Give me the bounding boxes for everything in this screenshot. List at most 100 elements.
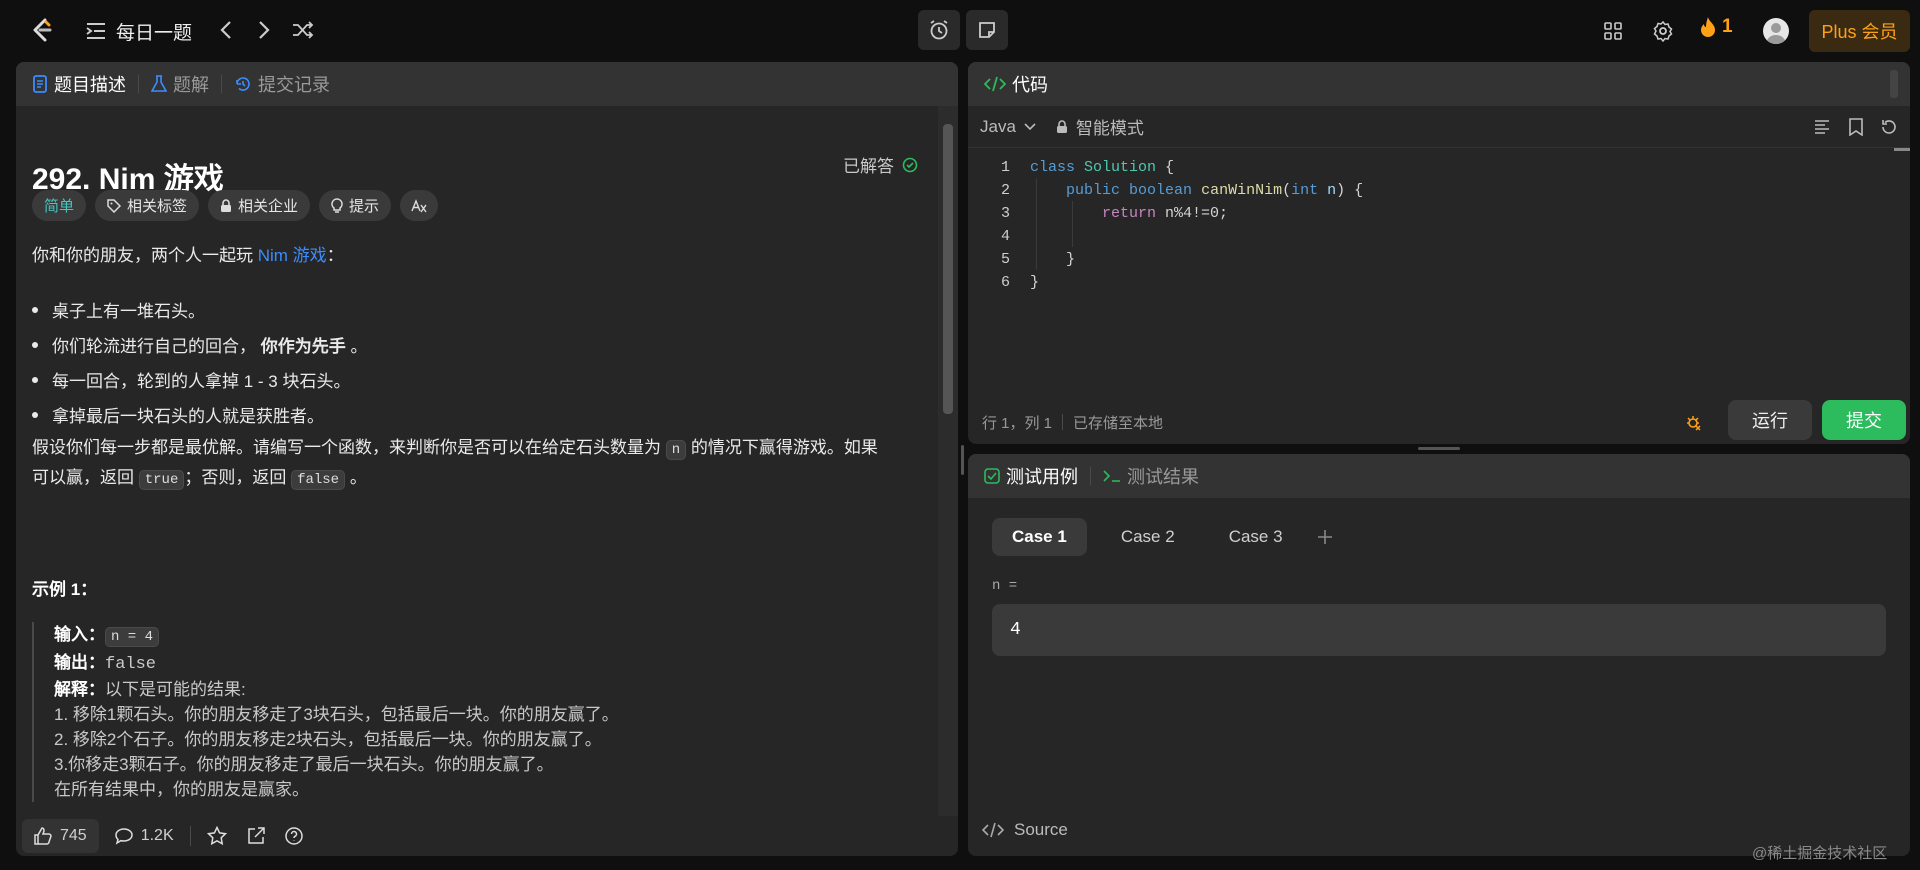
related-tags-chip[interactable]: 相关标签 bbox=[95, 190, 200, 221]
vertical-resize-handle[interactable] bbox=[961, 445, 964, 475]
run-button[interactable]: 运行 bbox=[1728, 400, 1812, 440]
cursor-position: 行 1，列 1 bbox=[982, 414, 1053, 432]
input-variable-field[interactable]: 4 bbox=[992, 604, 1886, 656]
plus-membership-button[interactable]: Plus 会员 bbox=[1809, 10, 1910, 52]
tab-code[interactable]: 代码 bbox=[984, 71, 1048, 97]
solved-label: 已解答 bbox=[843, 157, 894, 176]
tab-description[interactable]: 题目描述 bbox=[32, 71, 126, 97]
favorite-star-icon[interactable] bbox=[206, 826, 227, 846]
list-item: 每一回合，轮到的人拿掉 1 - 3 块石头。 bbox=[32, 367, 350, 392]
inline-code: n bbox=[665, 440, 687, 460]
explain-line: 3.你移走3颗石子。你的朋友移走了最后一块石头。你的朋友赢了。 bbox=[54, 755, 554, 774]
comment-icon bbox=[114, 827, 133, 845]
explain-line: 在所有结果中，你的朋友是赢家。 bbox=[54, 780, 309, 799]
difficulty-badge[interactable]: 简单 bbox=[32, 190, 87, 221]
notes-button[interactable] bbox=[966, 10, 1008, 50]
streak-counter[interactable]: 1 bbox=[1700, 16, 1733, 38]
add-case-icon[interactable] bbox=[1317, 529, 1333, 545]
input-value: n = 4 bbox=[105, 627, 160, 647]
layout-grid-icon[interactable] bbox=[1602, 20, 1624, 42]
share-icon[interactable] bbox=[247, 827, 265, 845]
bookmark-icon[interactable] bbox=[1848, 118, 1864, 136]
shuffle-icon[interactable] bbox=[290, 18, 316, 42]
code-token: { bbox=[1156, 158, 1175, 176]
bullet-dot bbox=[32, 341, 38, 348]
rule-bold: 你作为先手 bbox=[260, 337, 346, 356]
related-companies-chip[interactable]: 相关企业 bbox=[208, 190, 311, 221]
debug-icon[interactable] bbox=[1684, 412, 1704, 432]
code-line: 1 class Solution { bbox=[968, 156, 1174, 178]
code-line: 6 } bbox=[968, 271, 1039, 293]
tab-solutions[interactable]: 题解 bbox=[151, 71, 209, 97]
format-icon[interactable] bbox=[1813, 118, 1831, 136]
problem-question: 假设你们每一步都是最优解。请编写一个函数，来判断你是否可以在给定石头数量为 n … bbox=[32, 434, 912, 494]
question-part: 可以赢，返回 bbox=[32, 468, 134, 487]
example-block: 输入： n = 4 输出：false 解释：以下是可能的结果: 1. 移除1颗石头… bbox=[32, 622, 619, 802]
tab-testcase[interactable]: 测试用例 bbox=[984, 463, 1078, 489]
code-editor[interactable]: 1 class Solution { 2 public boolean canW… bbox=[968, 148, 1910, 378]
mode-select[interactable]: 智能模式 bbox=[1056, 114, 1144, 139]
tab-submissions[interactable]: 提交记录 bbox=[234, 71, 330, 97]
settings-gear-icon[interactable] bbox=[1652, 20, 1674, 42]
tab-test-result[interactable]: 测试结果 bbox=[1103, 463, 1199, 489]
code-token: Solution bbox=[1084, 158, 1157, 176]
next-question-icon[interactable] bbox=[252, 18, 276, 42]
leetcode-logo-icon[interactable] bbox=[26, 14, 58, 46]
language-select[interactable]: Java bbox=[980, 117, 1036, 137]
tab-test-result-label: 测试结果 bbox=[1127, 467, 1199, 487]
timer-button[interactable] bbox=[918, 10, 960, 50]
comments-button[interactable]: 1.2K bbox=[114, 827, 174, 845]
history-icon bbox=[234, 75, 252, 93]
source-button[interactable]: Source bbox=[982, 820, 1068, 840]
inline-code: true bbox=[138, 470, 185, 490]
example-output: 输出：false bbox=[54, 650, 619, 677]
question-part: ；否则，返回 bbox=[184, 468, 287, 487]
code-line: 5 } bbox=[968, 248, 1075, 270]
rule-text: 每一回合，轮到的人拿掉 1 - 3 块石头。 bbox=[52, 372, 351, 391]
avatar[interactable] bbox=[1763, 18, 1789, 44]
explain-line: 2. 移除2个石子。你的朋友移走2块石头，包括最后一块。你的朋友赢了。 bbox=[54, 730, 602, 749]
code-brackets-icon bbox=[984, 76, 1006, 92]
reset-code-icon[interactable] bbox=[1880, 118, 1898, 136]
translate-chip[interactable] bbox=[400, 190, 439, 221]
line-number: 5 bbox=[1000, 250, 1010, 268]
code-token: } bbox=[1066, 250, 1076, 268]
description-scrollbar[interactable] bbox=[938, 106, 958, 816]
rule-text-part: 你们轮流进行自己的回合， bbox=[52, 337, 256, 356]
code-token: boolean bbox=[1129, 181, 1193, 199]
nim-game-link[interactable]: Nim 游戏 bbox=[258, 246, 327, 265]
tab-case-1[interactable]: Case 1 bbox=[992, 518, 1087, 556]
line-number: 4 bbox=[1000, 227, 1010, 245]
thumbs-up-icon bbox=[34, 827, 52, 845]
like-button[interactable]: 745 bbox=[22, 819, 99, 853]
horizontal-resize-handle[interactable] bbox=[1418, 447, 1460, 450]
input-variable-label: n = bbox=[992, 578, 1018, 594]
bullet-dot bbox=[32, 411, 38, 418]
daily-question-button[interactable]: 每日一题 bbox=[86, 14, 192, 48]
test-panel: 测试用例 测试结果 Case 1 Case 2 Case 3 n = 4 Sou… bbox=[968, 454, 1910, 856]
description-tabs: 题目描述 题解 提交记录 bbox=[16, 62, 958, 106]
input-label: 输入： bbox=[54, 625, 105, 644]
tab-code-label: 代码 bbox=[1012, 75, 1048, 95]
tab-divider bbox=[1090, 467, 1091, 485]
tab-case-2[interactable]: Case 2 bbox=[1101, 518, 1195, 556]
help-icon[interactable] bbox=[284, 827, 303, 845]
minimap-marker bbox=[1894, 148, 1910, 151]
hint-chip[interactable]: 提示 bbox=[319, 190, 392, 221]
code-toolbar: Java 智能模式 bbox=[968, 106, 1910, 148]
check-circle-icon bbox=[902, 157, 918, 173]
inline-code: false bbox=[291, 470, 346, 490]
scroll-thumb[interactable] bbox=[943, 124, 953, 414]
line-number: 3 bbox=[1000, 204, 1010, 222]
terminal-icon bbox=[1103, 469, 1121, 483]
tab-case-3[interactable]: Case 3 bbox=[1209, 518, 1303, 556]
status-divider bbox=[1062, 414, 1064, 430]
footer-divider bbox=[189, 826, 191, 846]
code-token: ( bbox=[1282, 181, 1292, 199]
description-panel: 题目描述 题解 提交记录 292. Nim 游戏 已解答 简单 相关标签 相关企… bbox=[16, 62, 958, 856]
submit-button[interactable]: 提交 bbox=[1822, 400, 1906, 440]
streak-count: 1 bbox=[1722, 16, 1733, 37]
translate-icon bbox=[410, 198, 428, 214]
prev-question-icon[interactable] bbox=[214, 18, 238, 42]
lock-icon bbox=[1056, 119, 1068, 134]
